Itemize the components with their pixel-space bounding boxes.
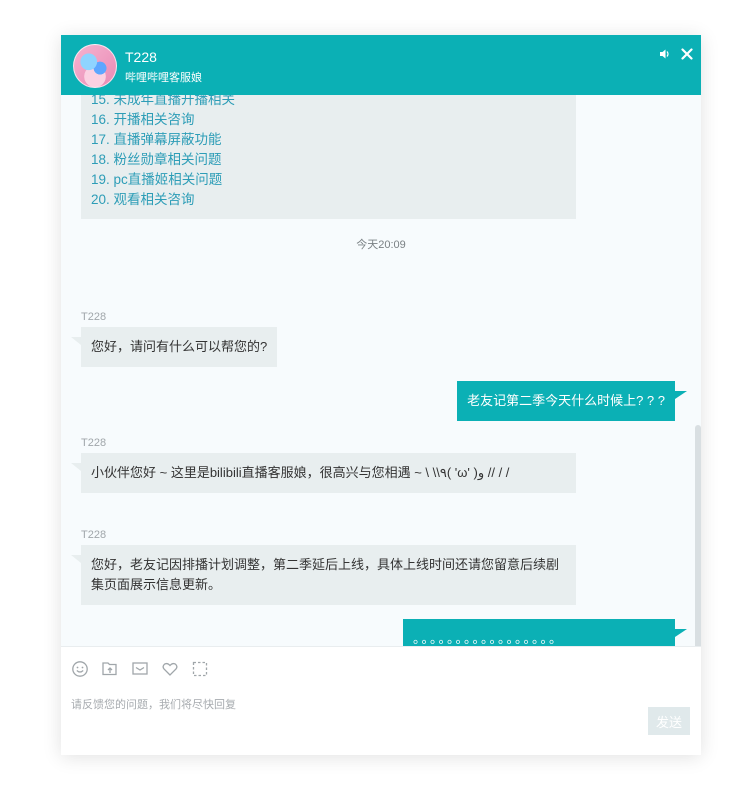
composer-tools xyxy=(71,660,209,678)
close-icon[interactable] xyxy=(681,47,693,65)
message-timestamp: 今天20:09 xyxy=(356,239,406,251)
user-message: 。。。。。。。。。。。。。。。。。 xyxy=(403,619,687,646)
agent-message: 您好，老友记因排播计划调整，第二季延后上线，具体上线时间还请您留意后续剧集页面展… xyxy=(71,545,576,605)
emoji-icon[interactable] xyxy=(71,660,89,678)
topic-link[interactable]: 19. pc直播姬相关问题 xyxy=(91,170,235,190)
message-list[interactable]: 15. 未成年直播开播相关 16. 开播相关咨询 17. 直播弹幕屏蔽功能 18… xyxy=(61,95,701,646)
sender-label: T228 xyxy=(81,437,107,449)
favorite-icon[interactable] xyxy=(161,660,179,678)
chat-header: T228 哔哩哔哩客服娘 xyxy=(61,35,701,95)
agent-message: 小伙伴您好 ~ 这里是bilibili直播客服娘，很高兴与您相遇 ~ \ \\٩… xyxy=(71,453,576,493)
agent-name: T228 xyxy=(125,49,157,65)
screenshot-icon[interactable] xyxy=(191,660,209,678)
speaker-icon[interactable] xyxy=(659,47,671,65)
scrollbar[interactable] xyxy=(695,425,701,646)
feedback-icon[interactable] xyxy=(131,660,149,678)
user-message: 老友记第二季今天什么时候上? ? ? xyxy=(457,381,687,421)
topic-link[interactable]: 15. 未成年直播开播相关 xyxy=(91,95,235,110)
sender-label: T228 xyxy=(81,311,107,323)
composer: 发送 xyxy=(61,646,701,755)
faq-topic-list: 15. 未成年直播开播相关 16. 开播相关咨询 17. 直播弹幕屏蔽功能 18… xyxy=(81,95,576,219)
upload-icon[interactable] xyxy=(101,660,119,678)
agent-message: 您好，请问有什么可以帮您的? xyxy=(70,327,278,367)
topic-link[interactable]: 17. 直播弹幕屏蔽功能 xyxy=(91,130,235,150)
topic-link[interactable]: 18. 粉丝勋章相关问题 xyxy=(91,150,235,170)
agent-avatar xyxy=(73,44,117,88)
topic-link[interactable]: 16. 开播相关咨询 xyxy=(91,110,235,130)
send-button[interactable]: 发送 xyxy=(648,707,690,735)
message-input[interactable] xyxy=(71,690,631,720)
topic-link[interactable]: 20. 观看相关咨询 xyxy=(91,190,235,210)
sender-label: T228 xyxy=(81,529,107,541)
chat-window: T228 哔哩哔哩客服娘 15. 未成年直播开播相关 16. 开播相关咨询 17… xyxy=(61,35,701,755)
header-actions xyxy=(659,47,693,65)
agent-subtitle: 哔哩哔哩客服娘 xyxy=(125,72,202,84)
